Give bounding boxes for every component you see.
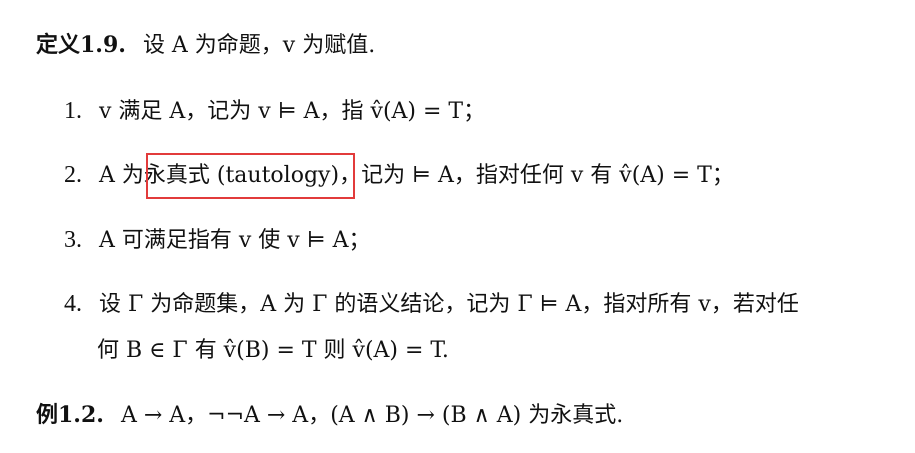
list-item-3: 3. A 可满足指有 v 使 v ⊨ A； <box>64 225 371 256</box>
highlighted-term: 永真式 (tautology) <box>143 163 340 188</box>
item-number: 3. <box>64 227 82 253</box>
item-number: 1. <box>64 98 82 124</box>
item-text-before: A 为 <box>99 163 144 188</box>
item-text-continuation: 何 B ∈ Γ 有 v̂(B) = T 则 v̂(A) = T. <box>97 338 449 363</box>
list-item-4: 4. 设 Γ 为命题集，A 为 Γ 的语义结论，记为 Γ ⊨ A，指对所有 v，… <box>64 289 799 320</box>
item-number: 4. <box>64 291 82 317</box>
item-text: A 可满足指有 v 使 v ⊨ A； <box>99 228 371 253</box>
list-item-4-continuation: 何 B ∈ Γ 有 v̂(B) = T 则 v̂(A) = T. <box>97 336 449 366</box>
item-number: 2. <box>64 162 82 188</box>
example-text: A → A，¬¬A → A，(A ∧ B) → (B ∧ A) 为永真式. <box>120 403 624 428</box>
example-heading: 例1.2. <box>36 402 104 428</box>
list-item-2: 2. A 为永真式 (tautology)，记为 ⊨ A，指对任何 v 有 v̂… <box>64 160 734 191</box>
item-text: v 满足 A，记为 v ⊨ A，指 v̂(A) = T； <box>99 99 486 124</box>
definition-text: 设 A 为命题，v 为赋值. <box>142 33 376 58</box>
example-line: 例1.2. A → A，¬¬A → A，(A ∧ B) → (B ∧ A) 为永… <box>36 400 623 431</box>
definition-heading: 定义1.9. <box>36 32 126 58</box>
item-text-after: ，记为 ⊨ A，指对任何 v 有 v̂(A) = T； <box>339 163 734 188</box>
item-text: 设 Γ 为命题集，A 为 Γ 的语义结论，记为 Γ ⊨ A，指对所有 v，若对任 <box>99 292 799 317</box>
definition-line: 定义1.9. 设 A 为命题，v 为赋值. <box>36 30 375 61</box>
list-item-1: 1. v 满足 A，记为 v ⊨ A，指 v̂(A) = T； <box>64 96 485 127</box>
